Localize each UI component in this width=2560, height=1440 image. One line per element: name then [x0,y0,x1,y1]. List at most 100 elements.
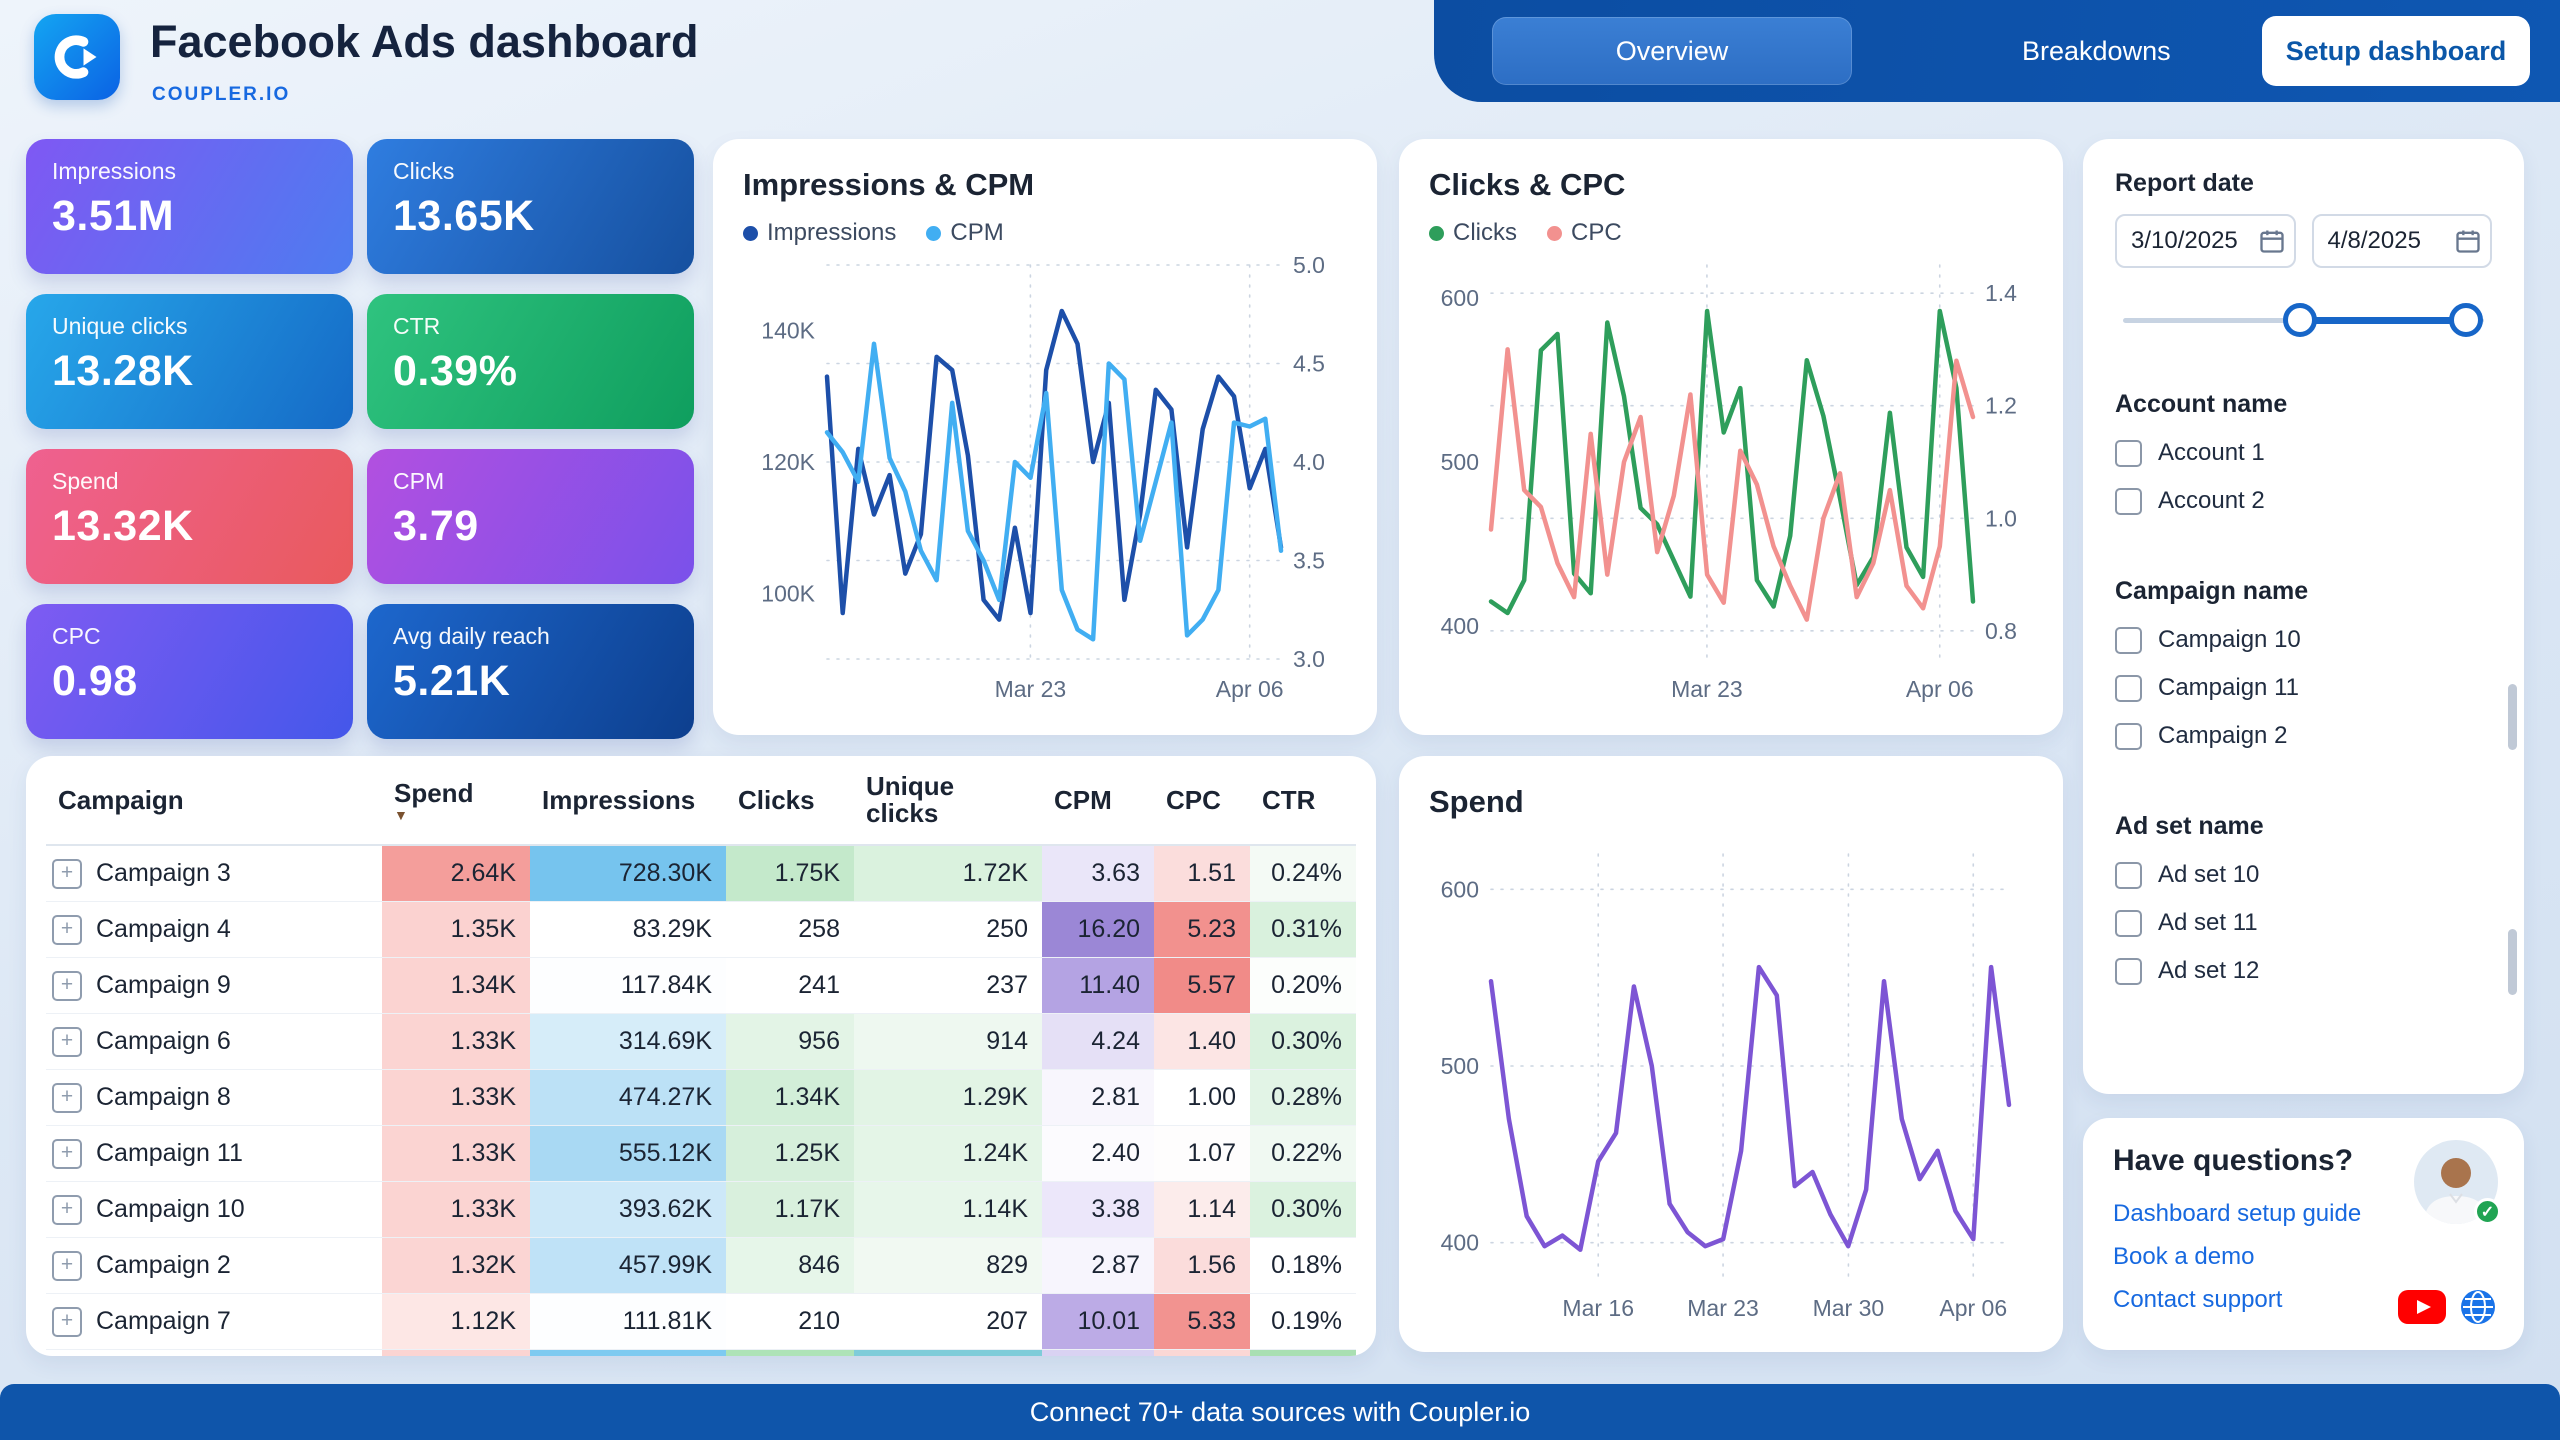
metric-cell: 829 [854,1238,1042,1294]
campaign-name: Campaign 6 [96,1027,231,1055]
filter-option-campaign-10[interactable]: Campaign 10 [2115,616,2492,664]
campaign-name: Campaign 9 [96,971,231,999]
checkbox-icon[interactable] [2115,910,2142,937]
metric-cell: 1.25K [726,1126,854,1182]
expand-row-icon[interactable]: + [52,1083,82,1113]
campaign-name: Campaign 4 [96,915,231,943]
chart-legend: ImpressionsCPM [743,219,1347,247]
metric-cell [382,1350,530,1357]
svg-text:5.0: 5.0 [1293,252,1325,278]
col-header-ctr[interactable]: CTR [1250,756,1356,845]
slider-handle-start[interactable] [2283,303,2317,337]
checkbox-label: Ad set 12 [2158,957,2259,985]
calendar-icon[interactable] [2258,227,2286,260]
slider-selected-range[interactable] [2300,317,2466,324]
kpi-card-cpm: CPM3.79 [367,449,694,584]
col-header-cpc[interactable]: CPC [1154,756,1250,845]
filter-option-ad-set-12[interactable]: Ad set 12 [2115,947,2492,995]
filter-option-campaign-11[interactable]: Campaign 11 [2115,664,2492,712]
metric-cell: 1.75K [726,845,854,902]
col-header-cpm[interactable]: CPM [1042,756,1154,845]
tab-breakdowns[interactable]: Breakdowns [2022,36,2171,67]
filter-option-account-1[interactable]: Account 1 [2115,429,2492,477]
sort-desc-icon: ▼ [394,809,408,821]
checkbox-icon[interactable] [2115,675,2142,702]
kpi-value: 5.21K [393,657,668,706]
col-header-unique-clicks[interactable]: Unique clicks [854,756,1042,845]
footer-banner[interactable]: Connect 70+ data sources with Coupler.io [0,1384,2560,1440]
help-card: Have questions? ✓ Dashboard setup guideB… [2083,1118,2524,1350]
campaign-scrollbar-thumb[interactable] [2508,684,2517,750]
setup-dashboard-button[interactable]: Setup dashboard [2262,16,2530,86]
metric-cell: 728.30K [530,845,726,902]
col-header-clicks[interactable]: Clicks [726,756,854,845]
expand-row-icon[interactable]: + [52,1027,82,1057]
expand-row-icon[interactable]: + [52,971,82,1001]
clicks-cpc-chart: 6005004001.41.21.00.8Mar 23Apr 06 [1429,251,2033,707]
metric-cell: 16.20 [1042,902,1154,958]
expand-row-icon[interactable]: + [52,1139,82,1169]
checkbox-label: Account 1 [2158,439,2265,467]
kpi-value: 13.65K [393,192,668,241]
report-date-row [2115,214,2492,268]
metric-cell [1250,1350,1356,1357]
col-header-campaign[interactable]: Campaign [46,756,382,845]
metric-cell: 3.38 [1042,1182,1154,1238]
table-row: +Campaign 41.35K83.29K25825016.205.230.3… [46,902,1356,958]
checkbox-icon[interactable] [2115,958,2142,985]
col-header-impressions[interactable]: Impressions [530,756,726,845]
metric-cell: 1.51 [1154,845,1250,902]
tab-overview[interactable]: Overview [1492,17,1852,85]
filter-option-ad-set-10[interactable]: Ad set 10 [2115,851,2492,899]
kpi-card-spend: Spend13.32K [26,449,353,584]
expand-row-icon[interactable]: + [52,859,82,889]
checkbox-icon[interactable] [2115,488,2142,515]
filter-option-campaign-2[interactable]: Campaign 2 [2115,712,2492,760]
help-link-book-a-demo[interactable]: Book a demo [2113,1235,2494,1278]
legend-item-clicks: Clicks [1429,219,1517,247]
svg-text:Mar 23: Mar 23 [1671,676,1743,702]
svg-text:Apr 06: Apr 06 [1939,1295,2007,1321]
metric-cell: 1.32K [382,1238,530,1294]
checkbox-icon[interactable] [2115,862,2142,889]
checkbox-icon[interactable] [2115,723,2142,750]
youtube-icon[interactable] [2398,1290,2446,1329]
metric-cell: 83.29K [530,902,726,958]
svg-text:1.2: 1.2 [1985,393,2017,419]
filter-option-ad-set-11[interactable]: Ad set 11 [2115,899,2492,947]
svg-text:Mar 16: Mar 16 [1562,1295,1634,1321]
col-header-spend[interactable]: Spend▼ [382,756,530,845]
kpi-grid: Impressions3.51MClicks13.65KUnique click… [26,139,694,739]
filter-option-account-2[interactable]: Account 2 [2115,477,2492,525]
expand-row-icon[interactable]: + [52,1307,82,1337]
campaign-name: Campaign 10 [96,1195,245,1223]
expand-row-icon[interactable]: + [52,1251,82,1281]
expand-row-icon[interactable]: + [52,915,82,945]
calendar-icon[interactable] [2454,227,2482,260]
metric-cell: 2.40 [1042,1126,1154,1182]
top-nav: Overview Breakdowns Setup dashboard [1434,0,2560,102]
metric-cell: 457.99K [530,1238,726,1294]
table-row: +Campaign 91.34K117.84K24123711.405.570.… [46,958,1356,1014]
metric-cell: 846 [726,1238,854,1294]
metric-cell: 210 [726,1294,854,1350]
expand-row-icon[interactable]: + [52,1195,82,1225]
metric-cell: 1.14 [1154,1182,1250,1238]
legend-label: CPM [950,219,1003,247]
globe-icon[interactable] [2460,1289,2496,1330]
metric-cell: 4.24 [1042,1014,1154,1070]
legend-dot-icon [743,226,758,241]
table-row: +Campaign 21.32K457.99K8468292.871.560.1… [46,1238,1356,1294]
slider-handle-end[interactable] [2449,303,2483,337]
campaign-name: Campaign 8 [96,1083,231,1111]
legend-label: Clicks [1453,219,1517,247]
metric-cell: 2.87 [1042,1238,1154,1294]
metric-cell: 1.12K [382,1294,530,1350]
checkbox-icon[interactable] [2115,440,2142,467]
checkbox-icon[interactable] [2115,627,2142,654]
metric-cell: 1.56 [1154,1238,1250,1294]
kpi-value: 13.28K [52,347,327,396]
legend-dot-icon [926,226,941,241]
svg-text:140K: 140K [761,318,815,344]
adset-scrollbar-thumb[interactable] [2508,929,2517,995]
